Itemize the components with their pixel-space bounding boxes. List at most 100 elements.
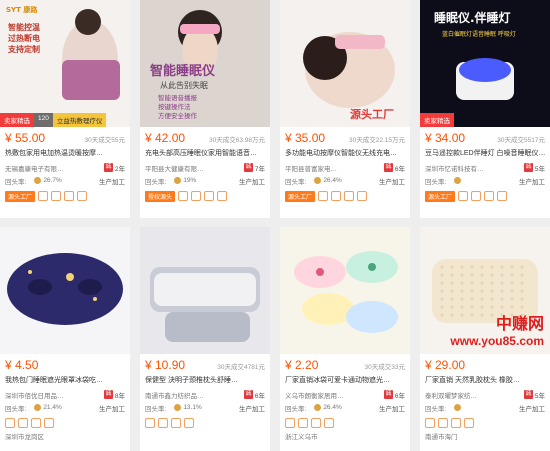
product-card[interactable]: ¥ 4.50 我热包门睡眠遮光眼罩冰袋吃… 深圳市佰优日用品… 诚 8年 回头率: 21.4… <box>0 227 130 451</box>
image-bottom-label: 立益热敷理疗仪 <box>52 113 107 127</box>
supplier-name[interactable]: 泰利双曜梦家纺… <box>425 390 524 400</box>
product-info: ¥ 29.00 厂家直销 天然乳胶枕头 橡胶… 泰利双曜梦家纺… 诚 5年 回头率: 生产加… <box>420 354 550 442</box>
repeat-rate: 26.4% <box>323 177 342 185</box>
stats-group: 回头率: 26.4% <box>285 176 342 186</box>
image-bullet: 方便安全操作 <box>158 111 198 120</box>
product-price: ¥ 55.00 <box>5 131 46 145</box>
service-icon <box>318 191 329 201</box>
supplier-name[interactable]: 义乌市朗衡家居用… <box>285 390 384 400</box>
product-photo: 智能睡眠仪从此告别失眠智能语音播报按键操作法方便安全操作 <box>140 0 270 127</box>
service-icon <box>311 418 321 428</box>
image-headline: 智能睡眠仪 <box>150 63 216 79</box>
tag-row: 源头工厂 <box>5 190 125 202</box>
verified-icon: 诚 <box>523 390 533 399</box>
product-card[interactable]: 智能控温 过热断电 支持定制 SYT 康路 卖家精选 120 立益热敷理疗仪 ¥ 55.00 3… <box>0 0 130 218</box>
location-text: 浙江义乌市 <box>285 433 318 441</box>
supplier-row: 深圳市忆诺科技有… 诚 5年 <box>425 161 545 174</box>
stats-row: 回头率: 生产加工 <box>425 174 545 187</box>
supplier-name[interactable]: 无锡嘉康电子有限… <box>5 163 104 173</box>
stats-row: 回头率: 19% 生产加工 <box>145 174 265 187</box>
production-type: 生产加工 <box>99 178 125 186</box>
product-image[interactable]: 睡眠仪.伴睡灯 蓝白催眠灯语音睡眠 呼吸灯 卖家精选 <box>420 0 550 127</box>
tag-row: 授权源头 <box>145 190 265 202</box>
product-info: ¥ 10.90 30天成交4781元 保健型 決明子颈椎枕头舒睡… 南通市鑫力纺织品…… <box>140 354 270 442</box>
product-price: ¥ 29.00 <box>425 358 466 372</box>
product-image[interactable]: 智能控温 过热断电 支持定制 SYT 康路 卖家精选 120 立益热敷理疗仪 <box>0 0 130 127</box>
product-card[interactable]: 中赚网 www.you85.com ¥ 29.00 厂家直销 天然乳胶枕头 橡胶… 泰利… <box>420 227 550 451</box>
service-icon <box>324 418 334 428</box>
product-image[interactable]: 智能睡眠仪 从此告别失眠 智能语音播报 按键操作法 方便安全操作 <box>140 0 270 127</box>
product-title[interactable]: 保健型 決明子颈椎枕头舒睡… <box>145 375 265 388</box>
product-title[interactable]: 多功能电动按摩仪智能仪无线充电… <box>285 148 405 161</box>
product-info: ¥ 4.50 我热包门睡眠遮光眼罩冰袋吃… 深圳市佰优日用品… 诚 8年 回头率: 21.4… <box>0 354 130 442</box>
product-price: ¥ 2.20 <box>285 358 319 372</box>
service-icon <box>77 191 88 201</box>
image-bullet: 按键操作法 <box>158 102 191 111</box>
product-image[interactable]: 中赚网 www.you85.com <box>420 227 550 354</box>
product-title[interactable]: 厂家直销 天然乳胶枕头 橡胶… <box>425 375 545 388</box>
supplier-name[interactable]: 平阳县大健康有限… <box>145 163 244 173</box>
product-title[interactable]: 厂家直销冰袋可爱卡通动物遮光… <box>285 375 405 388</box>
product-price: ¥ 4.50 <box>5 358 39 372</box>
rating-wrap: 26.7% <box>34 176 62 184</box>
rating-wrap: 26.4% <box>314 403 342 411</box>
stats-group: 回头率: 26.4% <box>285 403 342 413</box>
stats-group: 回头率: 19% <box>145 176 196 186</box>
stats-group: 回头率: <box>425 176 463 186</box>
product-title[interactable]: 豆马遥控款LED伴睡灯 白噪音睡眠仪… <box>425 148 545 161</box>
years-text: 5年 <box>534 392 545 400</box>
tag-row <box>145 417 265 429</box>
supplier-row: 泰利双曜梦家纺… 诚 5年 <box>425 388 545 401</box>
sold-count: 30天成交22.15万元 <box>349 137 405 144</box>
service-icon <box>145 418 155 428</box>
supplier-row: 平阳县大健康有限… 诚 7年 <box>145 161 265 174</box>
repeat-icon <box>454 176 462 184</box>
supplier-name[interactable]: 平阳县普富家电… <box>285 163 384 173</box>
product-image[interactable] <box>280 227 410 354</box>
image-subline: 蓝白催眠灯语音睡眠 呼吸灯 <box>442 30 516 38</box>
product-image[interactable] <box>0 227 130 354</box>
image-headline: 智能控温 <box>8 22 40 32</box>
image-headline: 过热断电 <box>8 33 40 43</box>
tag-row <box>285 417 405 429</box>
product-title[interactable]: 充电头部高压睡眠仪家用智能语音… <box>145 148 265 161</box>
price-row: ¥ 35.00 30天成交22.15万元 <box>285 131 405 146</box>
supplier-row: 平阳县普富家电… 诚 6年 <box>285 161 405 174</box>
product-card[interactable]: ¥ 10.90 30天成交4781元 保健型 決明子颈椎枕头舒睡… 南通市鑫力纺织品…… <box>140 227 270 451</box>
service-icon <box>31 418 41 428</box>
verified-icon: 诚 <box>103 390 113 399</box>
service-icon <box>178 191 189 201</box>
stats-group: 回头率: <box>425 403 463 413</box>
product-image[interactable]: 源头工厂 <box>280 0 410 127</box>
stats-group: 回头率: 13.1% <box>145 403 202 413</box>
product-photo <box>280 227 410 354</box>
product-title[interactable]: 热敷包家用电加热温烫暖按摩… <box>5 148 125 161</box>
years-badge: 诚 5年 <box>523 390 545 400</box>
buyer-label: 回头率: <box>145 405 167 413</box>
rating-wrap: 19% <box>174 176 196 184</box>
product-card[interactable]: 睡眠仪.伴睡灯 蓝白催眠灯语音睡眠 呼吸灯 卖家精选 ¥ 34.00 30天成交5517… <box>420 0 550 218</box>
production-type: 生产加工 <box>99 405 125 413</box>
supplier-name[interactable]: 南通市鑫力纺织品… <box>145 390 244 400</box>
repeat-icon <box>34 176 42 184</box>
product-info: ¥ 2.20 30天成交33元 厂家直销冰袋可爱卡通动物遮光… 义乌市朗衡家居用… 诚 6… <box>280 354 410 442</box>
product-title[interactable]: 我热包门睡眠遮光眼罩冰袋吃… <box>5 375 125 388</box>
years-badge: 诚 7年 <box>243 163 265 173</box>
product-card[interactable]: 智能睡眠仪 从此告别失眠 智能语音播报 按键操作法 方便安全操作 ¥ 42.00 30天成交… <box>140 0 270 218</box>
repeat-icon <box>314 176 322 184</box>
product-card[interactable]: ¥ 2.20 30天成交33元 厂家直销冰袋可爱卡通动物遮光… 义乌市朗衡家居用… 诚 6… <box>280 227 410 451</box>
sold-count: 30天成交5517元 <box>497 137 545 144</box>
buyer-label: 回头率: <box>285 405 307 413</box>
service-icon <box>184 418 194 428</box>
service-icon <box>18 418 28 428</box>
service-icon <box>5 418 15 428</box>
supplier-name[interactable]: 深圳市忆诺科技有… <box>425 163 524 173</box>
product-image[interactable] <box>140 227 270 354</box>
years-text: 6年 <box>394 392 405 400</box>
buyer-label: 回头率: <box>425 178 447 186</box>
service-icon <box>204 191 215 201</box>
product-photo: 源头工厂 <box>280 0 410 127</box>
product-card[interactable]: 源头工厂 ¥ 35.00 30天成交22.15万元 多功能电动按摩仪智能仪无线充电… 平… <box>280 0 410 218</box>
supplier-name[interactable]: 深圳市佰优日用品… <box>5 390 104 400</box>
years-text: 6年 <box>394 165 405 173</box>
